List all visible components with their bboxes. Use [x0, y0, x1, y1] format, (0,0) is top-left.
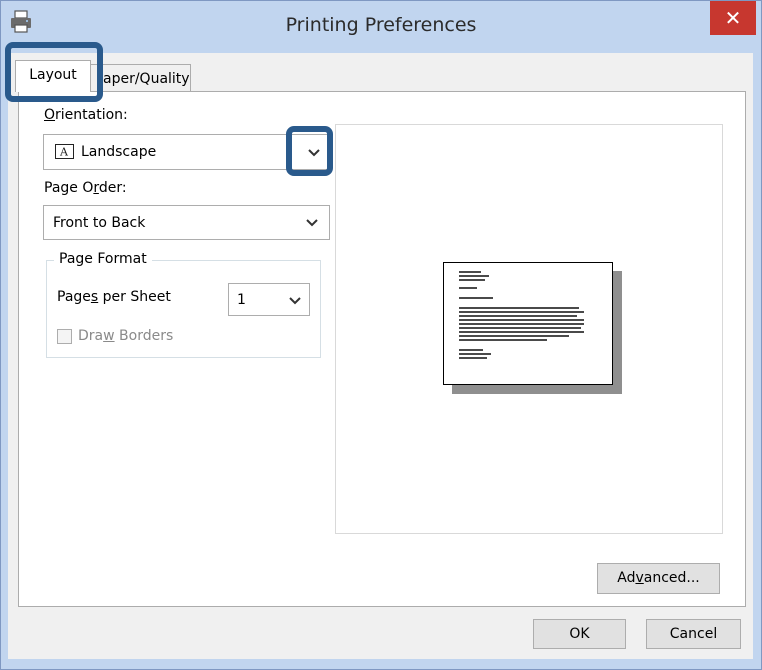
draw-borders-label: Draw Borders	[78, 328, 174, 344]
pages-per-sheet-value: 1	[237, 292, 246, 308]
cancel-button[interactable]: Cancel	[646, 619, 741, 649]
advanced-button[interactable]: Advanced...	[597, 563, 720, 594]
landscape-page-icon: A	[55, 144, 74, 159]
page-order-dropdown[interactable]: Front to Back	[43, 205, 330, 240]
chevron-down-icon	[289, 297, 301, 305]
orientation-value: Landscape	[81, 144, 157, 160]
page-order-value: Front to Back	[53, 215, 146, 231]
window-title: Printing Preferences	[285, 14, 477, 36]
pages-per-sheet-label: Pages per Sheet	[57, 289, 171, 305]
chevron-down-icon	[306, 219, 318, 227]
pages-per-sheet-dropdown[interactable]: 1	[228, 283, 310, 316]
svg-text:A: A	[59, 146, 69, 159]
tab-layout[interactable]: Layout	[15, 60, 91, 92]
preview-page	[443, 262, 613, 385]
orientation-label: Orientation:	[44, 107, 128, 123]
page-format-title: Page Format	[54, 251, 152, 267]
tab-paper-quality[interactable]: aper/Quality	[90, 64, 191, 94]
page-order-label: Page Order:	[44, 180, 127, 196]
highlight-orientation-chevron	[286, 126, 333, 176]
draw-borders-checkbox[interactable]	[57, 329, 72, 344]
ok-button[interactable]: OK	[533, 619, 626, 649]
close-button[interactable]: ✕	[710, 1, 756, 35]
